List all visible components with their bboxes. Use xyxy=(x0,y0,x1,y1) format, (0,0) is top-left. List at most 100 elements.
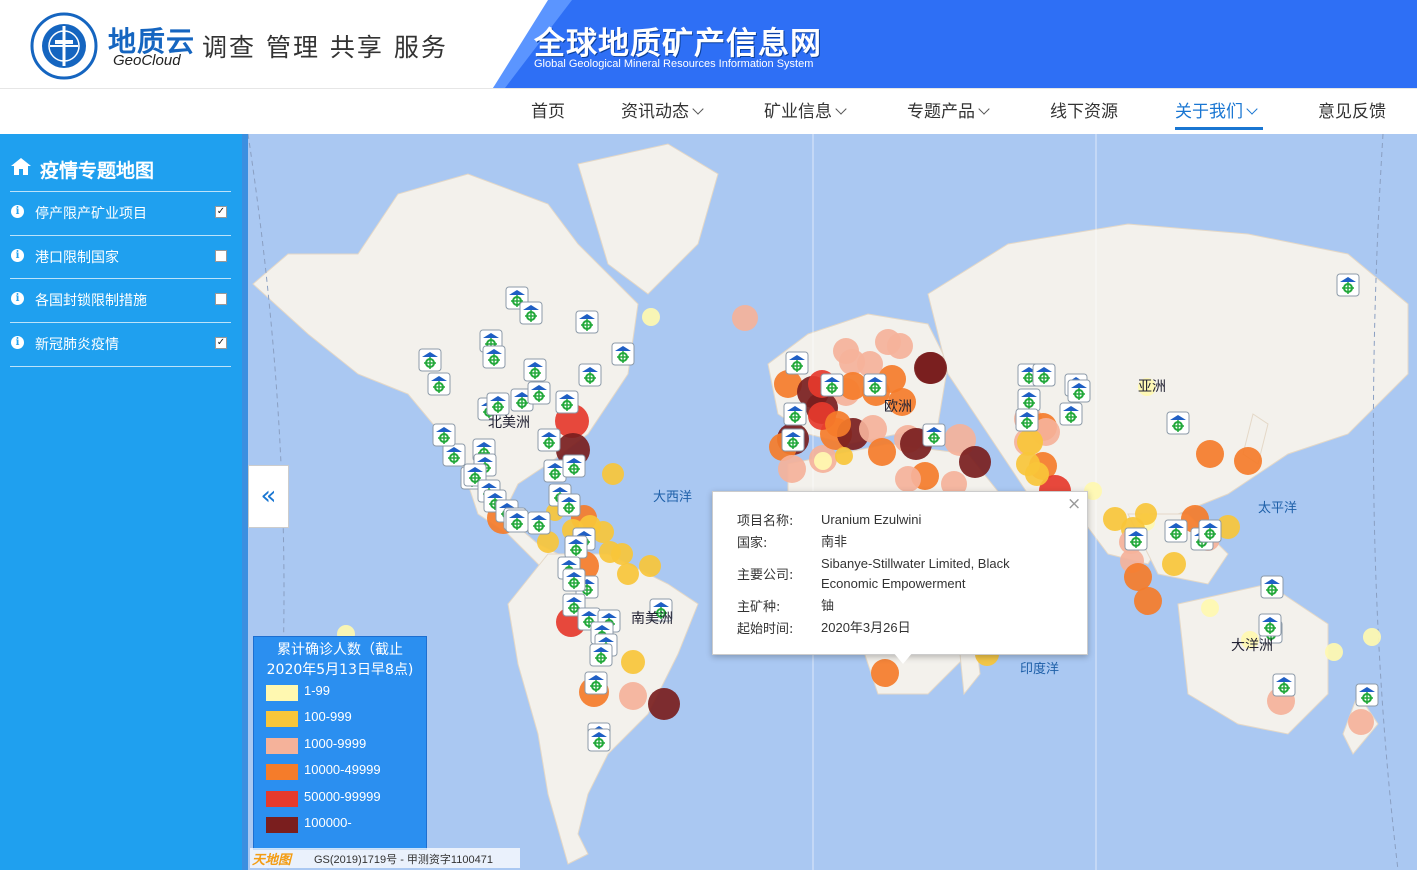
nav-news[interactable]: 资讯动态 xyxy=(621,89,704,134)
mine-marker xyxy=(562,568,586,592)
app-root: 地质云 GeoCloud 调查 管理 共享 服务 全球地质矿产信息网 Globa… xyxy=(0,0,1417,870)
popup-key: 项目名称: xyxy=(737,514,794,529)
covid-bubble xyxy=(1124,563,1152,591)
nav-label: 资讯动态 xyxy=(621,102,689,122)
mine-marker xyxy=(584,671,608,695)
covid-bubble xyxy=(1025,462,1049,486)
mine-marker xyxy=(564,535,588,559)
legend-swatch xyxy=(266,817,298,833)
header: 地质云 GeoCloud 调查 管理 共享 服务 全球地质矿产信息网 Globa… xyxy=(0,0,1417,88)
mine-marker xyxy=(863,373,887,397)
legend-swatch xyxy=(266,791,298,807)
sidebar-collapse-button[interactable]: « xyxy=(248,465,289,528)
legend-label: 1-99 xyxy=(304,683,331,698)
attribution-text: GS(2019)1719号 - 甲测资字1100471 xyxy=(314,854,493,866)
nav-label: 首页 xyxy=(531,102,565,122)
sidebar-divider xyxy=(10,366,231,367)
sidebar-item-port-restrictions[interactable]: i 港口限制国家 xyxy=(10,237,231,277)
nav-home[interactable]: 首页 xyxy=(531,89,565,134)
checkbox-unchecked[interactable] xyxy=(215,293,227,305)
nav-active-underline xyxy=(1175,127,1263,130)
info-icon: i xyxy=(11,249,24,262)
sidebar-item-covid[interactable]: i 新冠肺炎疫情 ✓ xyxy=(10,324,231,364)
sidebar-item-label: 港口限制国家 xyxy=(35,250,119,266)
mine-marker xyxy=(1258,613,1282,637)
nav-products[interactable]: 专题产品 xyxy=(907,89,990,134)
map-attribution: 天地图 GS(2019)1719号 - 甲测资字1100471 xyxy=(250,848,520,868)
logo-subtext: GeoCloud xyxy=(113,52,181,69)
legend-label: 100000- xyxy=(304,815,352,830)
mine-marker xyxy=(1015,408,1039,432)
legend-swatch xyxy=(266,685,298,701)
legend-label: 50000-99999 xyxy=(304,789,381,804)
covid-bubble xyxy=(868,438,896,466)
legend-label: 1000-9999 xyxy=(304,736,367,751)
checkbox-unchecked[interactable] xyxy=(215,250,227,262)
legend-label: 100-999 xyxy=(304,709,352,724)
nav-label: 意见反馈 xyxy=(1318,102,1386,122)
sidebar-item-lockdown-measures[interactable]: i 各国封锁限制措施 xyxy=(10,280,231,320)
mine-marker xyxy=(1272,673,1296,697)
info-icon: i xyxy=(11,205,24,218)
chevron-down-icon xyxy=(1246,103,1258,115)
checkbox-checked[interactable]: ✓ xyxy=(215,337,227,349)
mine-marker xyxy=(432,423,456,447)
mine-marker xyxy=(427,372,451,396)
popup-key: 国家: xyxy=(737,536,768,551)
info-icon: i xyxy=(11,292,24,305)
mine-marker xyxy=(523,358,547,382)
nav-label: 专题产品 xyxy=(907,102,975,122)
legend-swatch xyxy=(266,764,298,780)
mine-marker xyxy=(1198,519,1222,543)
popup-value: Sibanye-Stillwater Limited, Black Econom… xyxy=(821,556,1010,591)
sidebar-divider xyxy=(10,278,231,279)
mine-marker xyxy=(555,390,579,414)
ocean-label-atlantic: 大西洋 xyxy=(653,490,693,505)
covid-bubble xyxy=(839,349,865,375)
popup-value: 南非 xyxy=(821,534,848,549)
covid-bubble xyxy=(959,446,991,478)
mine-marker xyxy=(1260,575,1284,599)
mine-marker xyxy=(1355,683,1379,707)
legend-title-line: 累计确诊人数（截止 xyxy=(277,642,403,658)
mine-marker xyxy=(820,373,844,397)
covid-bubble xyxy=(1135,503,1157,525)
mine-marker xyxy=(589,643,613,667)
nav-offline-resources[interactable]: 线下资源 xyxy=(1050,89,1118,134)
mine-info-popup: × 项目名称: Uranium Ezulwini 国家: 南非 主要公司: Siban… xyxy=(712,491,1088,664)
close-icon[interactable]: × xyxy=(1067,494,1081,514)
popup-pointer xyxy=(893,652,913,664)
mine-marker xyxy=(482,345,506,369)
mine-marker xyxy=(1166,411,1190,435)
mine-marker xyxy=(578,363,602,387)
continent-label-oceania: 大洋洲 xyxy=(1231,638,1273,654)
popup-value: Uranium Ezulwini xyxy=(821,512,922,527)
mine-marker xyxy=(575,310,599,334)
chevron-down-icon xyxy=(692,103,704,115)
continent-label-north-america: 北美洲 xyxy=(488,415,530,431)
covid-bubble xyxy=(1017,429,1043,455)
continent-label-asia: 亚洲 xyxy=(1138,379,1166,395)
mine-marker xyxy=(587,728,611,752)
covid-bubble xyxy=(648,688,680,720)
mine-marker xyxy=(527,381,551,405)
mine-marker xyxy=(1336,273,1360,297)
covid-bubble xyxy=(732,305,758,331)
sidebar-item-label: 停产限产矿业项目 xyxy=(35,206,147,222)
sidebar-item-suspended-projects[interactable]: i 停产限产矿业项目 ✓ xyxy=(10,193,231,233)
covid-bubble xyxy=(895,466,921,492)
mine-marker xyxy=(785,351,809,375)
sidebar-divider xyxy=(10,191,231,192)
covid-bubble xyxy=(1363,628,1381,646)
mine-marker xyxy=(1164,519,1188,543)
legend-title-line: 2020年5月13日早8点) xyxy=(266,662,414,678)
popup-value: 2020年3月26日 xyxy=(821,620,911,635)
sidebar-divider xyxy=(10,235,231,236)
nav-mining-info[interactable]: 矿业信息 xyxy=(764,89,847,134)
covid-bubble xyxy=(1325,643,1343,661)
covid-bubble xyxy=(639,555,661,577)
checkbox-checked[interactable]: ✓ xyxy=(215,206,227,218)
nav-feedback[interactable]: 意见反馈 xyxy=(1318,89,1386,134)
legend-title: 累计确诊人数（截止 2020年5月13日早8点) xyxy=(254,640,426,680)
legend-label: 10000-49999 xyxy=(304,762,381,777)
